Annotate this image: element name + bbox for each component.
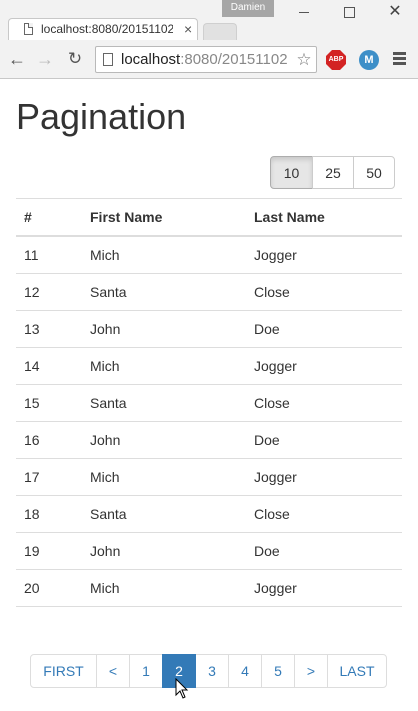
cell-last-name: Doe bbox=[246, 310, 402, 348]
page-size-option-25[interactable]: 25 bbox=[312, 156, 354, 189]
data-table: # First Name Last Name 11 Mich Jogger 12… bbox=[16, 198, 402, 607]
cell-number: 16 bbox=[16, 421, 82, 459]
tab-close-icon[interactable]: × bbox=[184, 20, 192, 38]
cell-first-name: Santa bbox=[82, 384, 246, 422]
page-size-option-50[interactable]: 50 bbox=[353, 156, 395, 189]
maximize-button[interactable] bbox=[337, 3, 361, 23]
cell-last-name: Jogger bbox=[246, 236, 402, 274]
table-header-row: # First Name Last Name bbox=[16, 198, 402, 237]
browser-tab[interactable]: localhost:8080/20151102- × bbox=[8, 18, 198, 40]
table-row: 19 John Doe bbox=[16, 532, 402, 570]
forward-arrow-icon[interactable]: → bbox=[35, 49, 55, 69]
url-path: :8080/20151102 bbox=[180, 51, 288, 68]
table-row: 13 John Doe bbox=[16, 310, 402, 348]
table-row: 15 Santa Close bbox=[16, 384, 402, 422]
new-tab-button[interactable] bbox=[203, 23, 237, 40]
url-text[interactable]: localhost:8080/20151102 bbox=[121, 51, 288, 68]
cell-last-name: Jogger bbox=[246, 347, 402, 385]
header-number[interactable]: # bbox=[16, 198, 82, 237]
cell-first-name: Mich bbox=[82, 236, 246, 274]
cell-first-name: Mich bbox=[82, 458, 246, 496]
url-host: localhost bbox=[121, 51, 181, 68]
page-size-option-10[interactable]: 10 bbox=[270, 156, 313, 189]
cell-first-name: Mich bbox=[82, 569, 246, 607]
cell-last-name: Doe bbox=[246, 532, 402, 570]
cell-number: 15 bbox=[16, 384, 82, 422]
cell-number: 12 bbox=[16, 273, 82, 311]
adblock-extension-icon[interactable]: ABP bbox=[326, 50, 346, 70]
pagination-page-1[interactable]: 1 bbox=[129, 654, 163, 688]
cell-number: 19 bbox=[16, 532, 82, 570]
mouse-cursor-icon bbox=[175, 678, 189, 699]
cell-first-name: John bbox=[82, 532, 246, 570]
title-bar: localhost:8080/20151102- × Damien ✕ bbox=[0, 0, 418, 40]
cell-number: 20 bbox=[16, 569, 82, 607]
page-size-selector: 10 25 50 bbox=[270, 156, 395, 189]
pagination-first[interactable]: FIRST bbox=[30, 654, 97, 688]
header-first-name[interactable]: First Name bbox=[82, 198, 246, 237]
tab-title: localhost:8080/20151102- bbox=[41, 22, 173, 36]
pagination-prev[interactable]: < bbox=[96, 654, 130, 688]
table-row: 12 Santa Close bbox=[16, 273, 402, 311]
browser-menu-icon[interactable] bbox=[393, 52, 406, 66]
pagination-page-5[interactable]: 5 bbox=[261, 654, 295, 688]
table-row: 11 Mich Jogger bbox=[16, 236, 402, 274]
window-close-button[interactable]: ✕ bbox=[383, 3, 407, 23]
cell-first-name: Santa bbox=[82, 273, 246, 311]
header-last-name[interactable]: Last Name bbox=[246, 198, 402, 237]
cell-first-name: John bbox=[82, 310, 246, 348]
document-icon bbox=[24, 23, 33, 35]
cell-first-name: Santa bbox=[82, 495, 246, 533]
table-row: 17 Mich Jogger bbox=[16, 458, 402, 496]
pagination-next[interactable]: > bbox=[294, 654, 328, 688]
cell-last-name: Jogger bbox=[246, 569, 402, 607]
table-row: 14 Mich Jogger bbox=[16, 347, 402, 385]
table-row: 18 Santa Close bbox=[16, 495, 402, 533]
browser-chrome: localhost:8080/20151102- × Damien ✕ ← → … bbox=[0, 0, 418, 79]
cell-last-name: Close bbox=[246, 495, 402, 533]
table-body: 11 Mich Jogger 12 Santa Close 13 John Do… bbox=[16, 236, 402, 607]
pagination-page-3[interactable]: 3 bbox=[195, 654, 229, 688]
table-row: 16 John Doe bbox=[16, 421, 402, 459]
pagination-page-4[interactable]: 4 bbox=[228, 654, 262, 688]
page-title: Pagination bbox=[16, 96, 187, 137]
cell-number: 18 bbox=[16, 495, 82, 533]
cell-first-name: Mich bbox=[82, 347, 246, 385]
address-bar[interactable]: localhost:8080/20151102 ☆ bbox=[95, 46, 317, 73]
cell-first-name: John bbox=[82, 421, 246, 459]
cell-number: 17 bbox=[16, 458, 82, 496]
page-content: Pagination 10 25 50 # First Name Last Na… bbox=[0, 79, 418, 711]
extension-m-icon[interactable]: M bbox=[359, 50, 379, 70]
cell-last-name: Close bbox=[246, 384, 402, 422]
cell-last-name: Doe bbox=[246, 421, 402, 459]
table-row: 20 Mich Jogger bbox=[16, 569, 402, 607]
browser-toolbar: ← → ↻ localhost:8080/20151102 ☆ ABP M bbox=[0, 40, 418, 79]
pagination-last[interactable]: LAST bbox=[327, 654, 387, 688]
reload-icon[interactable]: ↻ bbox=[65, 49, 85, 69]
user-profile-badge[interactable]: Damien bbox=[222, 0, 274, 17]
cell-number: 11 bbox=[16, 236, 82, 274]
back-arrow-icon[interactable]: ← bbox=[7, 49, 27, 69]
cell-last-name: Close bbox=[246, 273, 402, 311]
pagination: FIRST < 1 2 3 4 5 > LAST bbox=[30, 654, 387, 688]
cell-number: 14 bbox=[16, 347, 82, 385]
minimize-button[interactable] bbox=[292, 3, 316, 23]
page-info-icon[interactable] bbox=[103, 53, 113, 66]
bookmark-star-icon[interactable]: ☆ bbox=[294, 50, 314, 70]
cell-last-name: Jogger bbox=[246, 458, 402, 496]
cell-number: 13 bbox=[16, 310, 82, 348]
